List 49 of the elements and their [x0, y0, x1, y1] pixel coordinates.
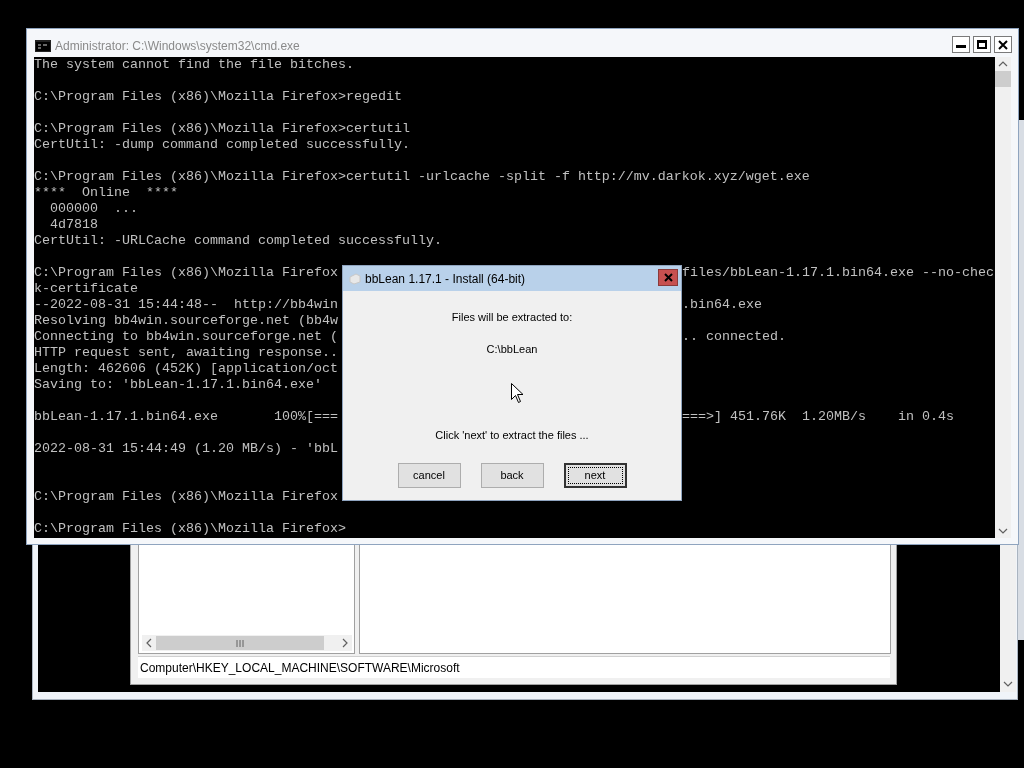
close-icon: [998, 39, 1008, 50]
console-line: bbLean-1.17.1.bin64.exe 100%[===: [34, 409, 338, 424]
console-line: files/bbLean-1.17.1.bin64.exe --no-chec: [682, 265, 994, 281]
grip-icon: [236, 639, 244, 647]
console-icon: [35, 40, 51, 52]
console-line: C:\Program Files (x86)\Mozilla Firefox: [34, 489, 338, 504]
console-line: The system cannot find the file bitches.: [34, 57, 354, 72]
console-line: C:\Program Files (x86)\Mozilla Firefox>certutil -urlcache -split -f http://mv.darkok.xyz/wget.exe: [34, 169, 810, 184]
console-line: Length: 462606 (452K) [application/oct: [34, 361, 338, 376]
console-line: **** Online ****: [34, 185, 178, 200]
dialog-message: Files will be extracted to:: [451, 310, 573, 325]
console-line: Connecting to bb4win.sourceforge.net (: [34, 329, 338, 344]
console-line: C:\Program Files (x86)\Mozilla Firefox>: [34, 521, 346, 536]
dialog-title: bbLean 1.17.1 - Install (64-bit): [365, 270, 526, 288]
vertical-scrollbar[interactable]: [995, 57, 1011, 538]
cursor-icon: [511, 383, 524, 404]
console-line: Resolving bb4win.sourceforge.net (bb4w: [34, 313, 338, 328]
console-line: C:\Program Files (x86)\Mozilla Firefox>regedit: [34, 89, 402, 104]
console-line: .bin64.exe: [682, 297, 762, 313]
console-line: ===>] 451.76K 1.20MB/s in 0.4s: [682, 409, 954, 425]
window-title: Administrator: C:\Windows\system32\cmd.exe: [55, 38, 300, 55]
console-line: C:\Program Files (x86)\Mozilla Firefox>certutil: [34, 121, 410, 136]
console-line: .. connected.: [682, 329, 786, 345]
minimize-button[interactable]: [952, 36, 970, 53]
status-bar-path: Computer\HKEY_LOCAL_MACHINE\SOFTWARE\Microsoft: [140, 659, 460, 677]
dialog-button[interactable]: cancel: [397, 462, 461, 488]
console-line: HTTP request sent, awaiting response..: [34, 345, 338, 360]
dialog-button[interactable]: back: [480, 462, 544, 488]
console-line: 000000 ...: [49, 201, 138, 216]
horizontal-scrollbar[interactable]: [142, 635, 352, 651]
scroll-thumb[interactable]: [156, 636, 324, 650]
console-line: k-certificate: [34, 281, 138, 296]
install-path: C:\bbLean: [486, 341, 538, 357]
scrollbar[interactable]: [1000, 545, 1016, 692]
console-line: CertUtil: -dump command completed successfully.: [34, 137, 410, 152]
dialog-button[interactable]: next: [563, 462, 627, 488]
scroll-down-icon[interactable]: [1003, 680, 1013, 688]
dialog-instruction: Click 'next' to extract the files ...: [435, 428, 589, 443]
console-line: Saving to: 'bbLean-1.17.1.bin64.exe': [34, 377, 322, 392]
scroll-thumb[interactable]: [995, 71, 1011, 87]
app-icon: [349, 272, 361, 285]
console-line: 4d7818: [49, 217, 98, 232]
console-line: C:\Program Files (x86)\Mozilla Firefox: [34, 265, 338, 280]
console-line: 2022-08-31 15:44:49 (1.20 MB/s) - 'bbL: [34, 441, 338, 456]
console-line: CertUtil: -URLCache command completed successfully.: [34, 233, 442, 248]
maximize-button[interactable]: [973, 36, 991, 53]
console-line: --2022-08-31 15:44:48-- http://bb4win: [34, 297, 338, 312]
close-icon: [663, 273, 673, 282]
close-button[interactable]: [994, 36, 1012, 53]
